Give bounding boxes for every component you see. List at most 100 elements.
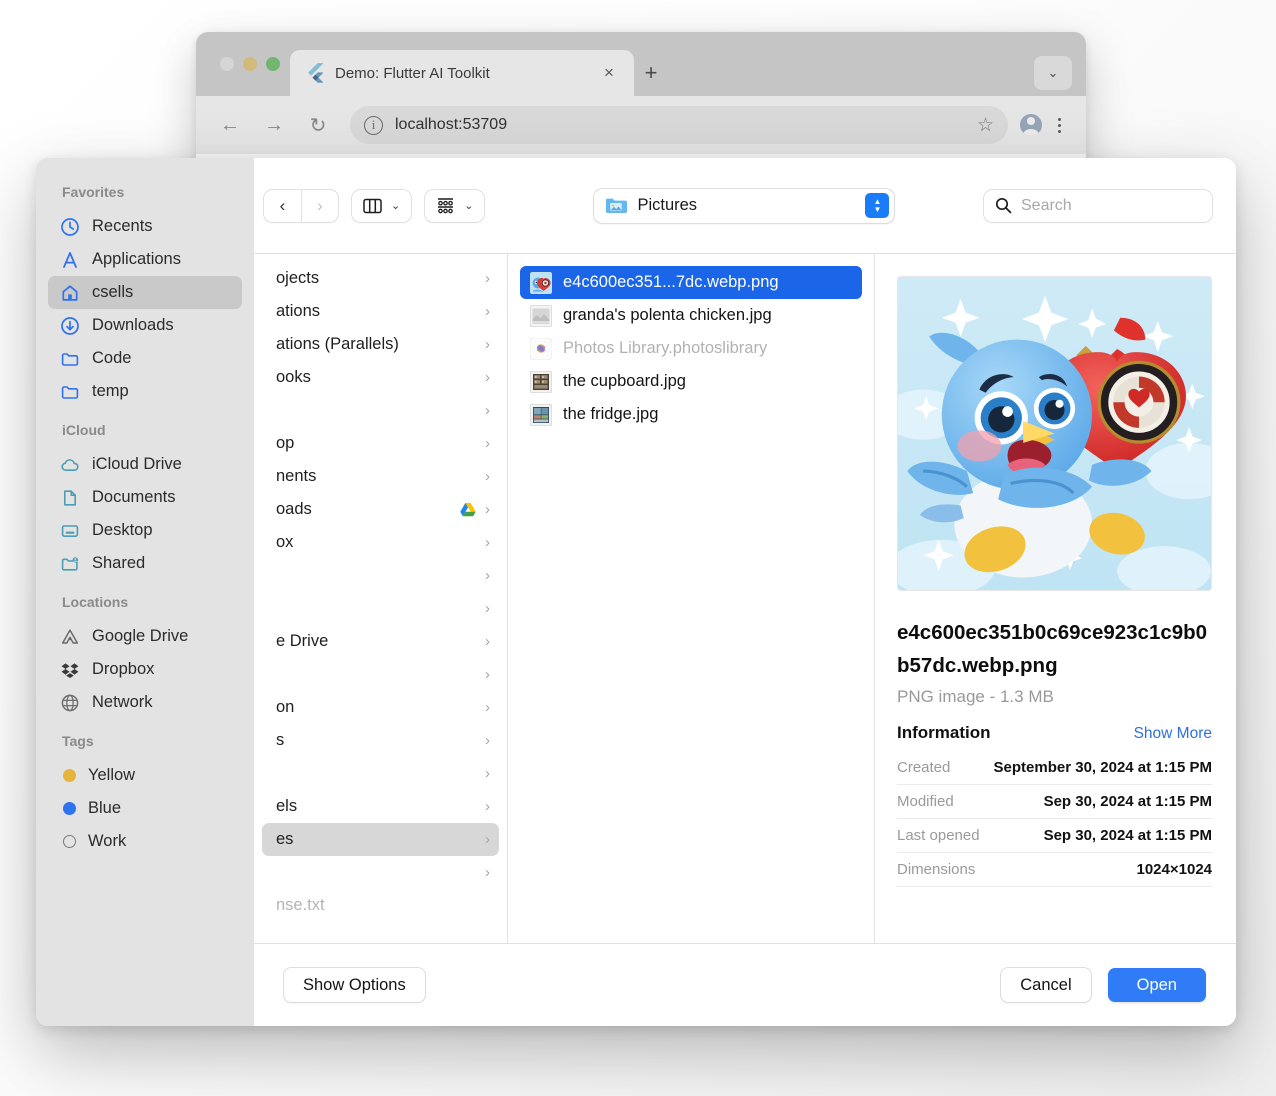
file-column-1-row[interactable]: els› <box>262 790 499 823</box>
disclosure-chevron-icon: › <box>485 336 490 353</box>
sidebar-item-documents[interactable]: Documents <box>48 481 242 514</box>
file-column-1-row[interactable]: oads › <box>262 493 499 526</box>
clock-icon <box>60 217 80 237</box>
file-column-1-row[interactable]: nents› <box>262 460 499 493</box>
sidebar-item-label: iCloud Drive <box>92 455 182 474</box>
show-more-link[interactable]: Show More <box>1134 725 1212 743</box>
profile-avatar-icon[interactable] <box>1020 114 1042 136</box>
sidebar-item-tag-work[interactable]: Work <box>48 825 242 858</box>
stepper-down-icon: ▼ <box>873 206 881 213</box>
dialog-forward-button[interactable]: › <box>301 190 338 222</box>
sidebar-item-applications[interactable]: Applications <box>48 243 242 276</box>
file-column-1-row[interactable]: › <box>262 592 499 625</box>
sidebar-item-icloud-drive[interactable]: iCloud Drive <box>48 448 242 481</box>
file-list-item[interactable]: granda's polenta chicken.jpg <box>520 299 862 332</box>
file-column-1-row[interactable]: ations (Parallels)› <box>262 328 499 361</box>
open-button[interactable]: Open <box>1108 968 1206 1002</box>
sidebar-item-label: Work <box>88 832 126 851</box>
file-list-item[interactable]: Photos Library.photoslibrary <box>520 332 862 365</box>
history-nav-segmented-control[interactable]: ‹ › <box>264 190 338 222</box>
file-column-1-row[interactable]: nse.txt <box>262 889 499 922</box>
sidebar-item-recents[interactable]: Recents <box>48 210 242 243</box>
search-input[interactable]: Search <box>984 190 1212 222</box>
show-options-button[interactable]: Show Options <box>284 968 425 1002</box>
sidebar-item-desktop[interactable]: Desktop <box>48 514 242 547</box>
site-info-icon[interactable]: i <box>364 116 383 135</box>
file-column-1[interactable]: ojects›ations›ations (Parallels)›ooks››o… <box>254 254 508 943</box>
path-popup-button[interactable]: Pictures ▲ ▼ <box>594 189 894 223</box>
tab-close-icon[interactable]: × <box>598 63 620 83</box>
information-title: Information <box>897 723 991 743</box>
google-drive-icon <box>460 502 476 517</box>
cancel-button[interactable]: Cancel <box>1001 968 1090 1002</box>
file-column-1-row[interactable]: e Drive› <box>262 625 499 658</box>
file-column-1-row[interactable]: ations› <box>262 295 499 328</box>
view-mode-button[interactable]: ⌄ <box>352 190 411 222</box>
file-column-1-row[interactable]: ooks› <box>262 361 499 394</box>
row-accessories: › <box>460 501 490 518</box>
cupboard-thumb-icon <box>530 371 552 393</box>
file-column-1-row[interactable]: op› <box>262 427 499 460</box>
file-column-1-row[interactable]: › <box>262 394 499 427</box>
tag-dot-icon <box>63 802 76 815</box>
sidebar-item-shared[interactable]: Shared <box>48 547 242 580</box>
bookmark-star-icon[interactable]: ☆ <box>977 114 994 137</box>
sidebar-item-google-drive[interactable]: Google Drive <box>48 620 242 653</box>
browser-address-bar[interactable]: i localhost:53709 ☆ <box>350 106 1008 144</box>
bird-thumb-icon <box>530 272 552 294</box>
tabstrip-chevron-down-icon[interactable]: ⌄ <box>1034 56 1072 90</box>
sidebar-item-temp[interactable]: temp <box>48 375 242 408</box>
sidebar-item-dropbox[interactable]: Dropbox <box>48 653 242 686</box>
file-column-1-row[interactable]: › <box>262 856 499 889</box>
disclosure-chevron-icon: › <box>485 567 490 584</box>
browser-back-button[interactable]: ← <box>210 105 250 145</box>
file-column-1-row-label: oads <box>276 500 312 519</box>
sidebar-item-network[interactable]: Network <box>48 686 242 719</box>
sidebar-item-csells[interactable]: csells <box>48 276 242 309</box>
sidebar-item-tag-blue[interactable]: Blue <box>48 792 242 825</box>
new-tab-button[interactable]: + <box>634 50 668 96</box>
dialog-sidebar: Favorites Recents Applications csells Do… <box>36 158 254 1026</box>
sidebar-item-code[interactable]: Code <box>48 342 242 375</box>
file-column-1-row-label: ations <box>276 302 320 321</box>
window-maximize-button[interactable] <box>266 57 280 71</box>
file-column-1-row[interactable]: › <box>262 658 499 691</box>
sidebar-item-label: csells <box>92 283 133 302</box>
metadata-row: Last openedSep 30, 2024 at 1:15 PM <box>897 819 1212 853</box>
preview-image <box>897 276 1212 591</box>
file-column-1-row[interactable]: es› <box>262 823 499 856</box>
group-by-button[interactable]: ⌄ <box>425 190 484 222</box>
dialog-back-button[interactable]: ‹ <box>264 190 301 222</box>
browser-tab[interactable]: Demo: Flutter AI Toolkit × <box>290 50 634 96</box>
disclosure-chevron-icon: › <box>485 831 490 848</box>
sidebar-item-label: Recents <box>92 217 153 236</box>
file-column-1-row[interactable]: s› <box>262 724 499 757</box>
sidebar-item-downloads[interactable]: Downloads <box>48 309 242 342</box>
file-column-1-row[interactable]: › <box>262 757 499 790</box>
browser-forward-button[interactable]: → <box>254 105 294 145</box>
shared-folder-icon <box>60 554 80 574</box>
path-popup-label: Pictures <box>637 196 855 215</box>
file-column-1-row[interactable]: on› <box>262 691 499 724</box>
file-list-item[interactable]: the cupboard.jpg <box>520 365 862 398</box>
file-column-1-row[interactable]: › <box>262 559 499 592</box>
row-accessories: › <box>485 633 490 650</box>
window-close-button[interactable] <box>220 57 234 71</box>
browser-reload-button[interactable]: ↻ <box>298 105 338 145</box>
sidebar-group-title: iCloud <box>36 422 254 448</box>
file-list-item[interactable]: e4c600ec351...7dc.webp.png <box>520 266 862 299</box>
file-column-1-row[interactable]: ox› <box>262 526 499 559</box>
sidebar-item-tag-yellow[interactable]: Yellow <box>48 759 242 792</box>
window-minimize-button[interactable] <box>243 57 257 71</box>
file-column-1-row[interactable]: ojects› <box>262 262 499 295</box>
file-list-item[interactable]: the fridge.jpg <box>520 398 862 431</box>
metadata-value: September 30, 2024 at 1:15 PM <box>994 759 1212 776</box>
metadata-key: Modified <box>897 793 954 810</box>
disclosure-chevron-icon: › <box>485 369 490 386</box>
row-accessories: › <box>485 798 490 815</box>
path-stepper-icon[interactable]: ▲ ▼ <box>865 193 889 218</box>
kebab-menu-icon[interactable] <box>1046 106 1072 144</box>
folder-icon <box>60 382 80 402</box>
file-column-2[interactable]: e4c600ec351...7dc.webp.pnggranda's polen… <box>508 254 875 943</box>
row-accessories: › <box>485 567 490 584</box>
